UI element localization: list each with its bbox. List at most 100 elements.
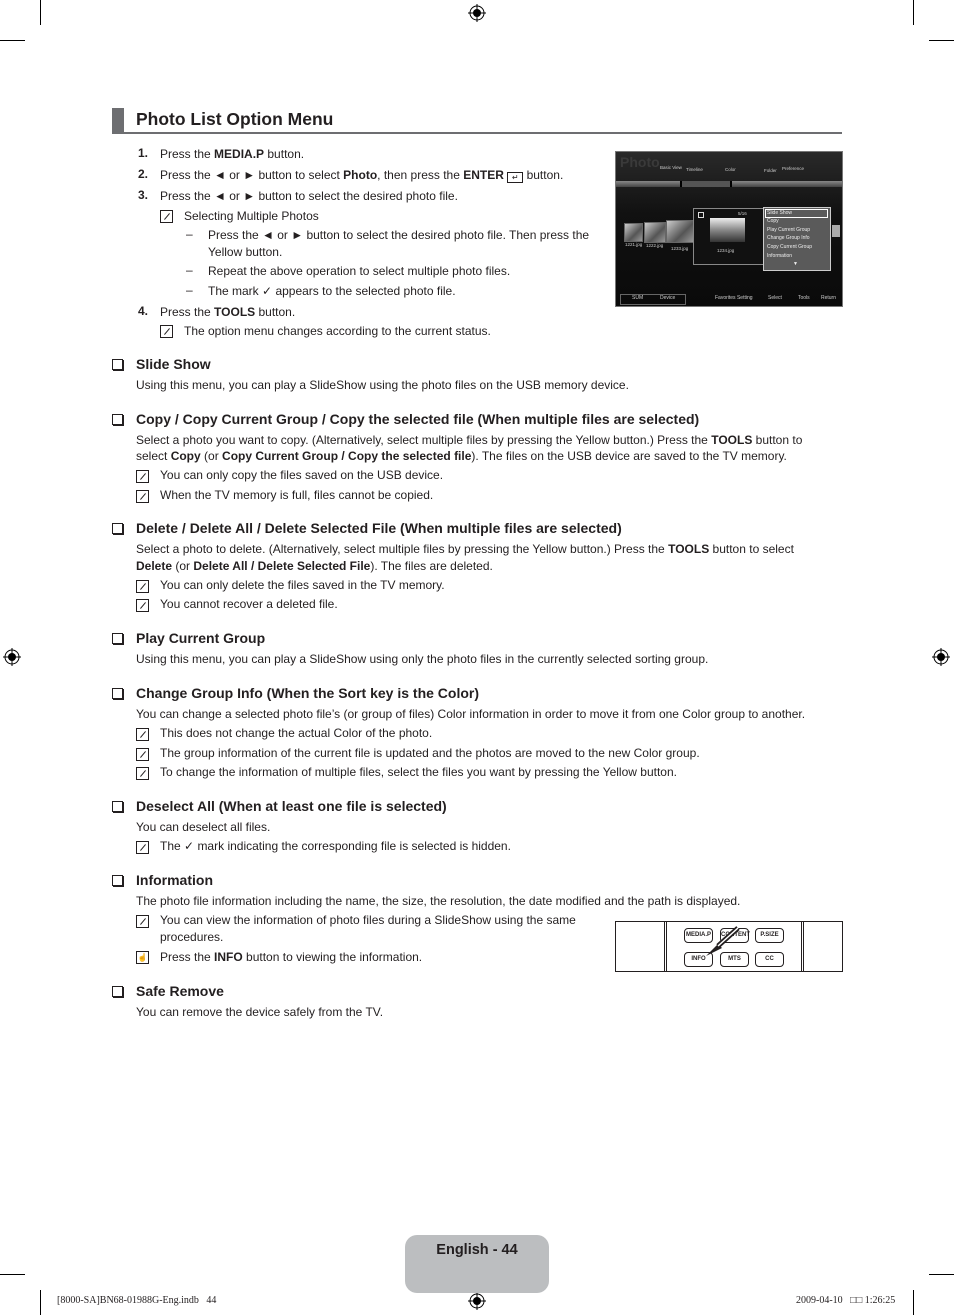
note-icon xyxy=(136,915,149,928)
section-bullet xyxy=(112,633,123,644)
remote-button-p-size: P.SIZE xyxy=(755,928,784,943)
section-body: Delete (or Delete All / Delete Selected … xyxy=(136,559,493,573)
registration-mark-icon xyxy=(468,4,486,22)
section-bullet xyxy=(112,523,123,534)
tv-footer-item: Favorites Setting xyxy=(715,295,753,301)
page-number: English - 44 xyxy=(436,1242,518,1258)
enter-icon: ↵ xyxy=(507,172,524,183)
tv-thumb-caption: 1222.jpg xyxy=(646,243,664,248)
tv-footer-item: SUM xyxy=(632,295,644,301)
note-text: The option menu changes according to the… xyxy=(184,324,491,338)
tv-menu-item: Copy Current Group xyxy=(767,244,813,250)
crop-mark xyxy=(0,1274,25,1275)
note-text: This does not change the actual Color of… xyxy=(160,726,433,740)
tv-tab: Basic View xyxy=(660,165,682,170)
tv-footer-item: Select xyxy=(768,295,782,301)
tv-footer-item: Return xyxy=(821,295,837,301)
dash-bullet: – xyxy=(186,263,193,277)
note-icon xyxy=(160,210,173,223)
tv-footer-item: Tools xyxy=(798,295,810,301)
note-text: You can only copy the files saved on the… xyxy=(160,468,444,482)
registration-mark-icon xyxy=(468,1292,486,1310)
tv-screenshot: Photo Basic View Timeline Color Folder P… xyxy=(615,151,843,307)
footer-file-info: [8000-SA]BN68-01988G-Eng.indb 44 xyxy=(57,1295,217,1306)
crop-mark xyxy=(929,40,954,41)
tv-tab: Preference xyxy=(782,166,805,171)
note-text: The ✓ mark indicating the corresponding … xyxy=(160,839,511,853)
step-4: Press the TOOLS button. xyxy=(160,305,296,319)
dash-bullet: – xyxy=(186,227,193,241)
tv-thumb-caption: 1221.jpg xyxy=(625,242,643,247)
remote-note-text: Press the INFO button to viewing the inf… xyxy=(160,950,423,964)
crop-mark xyxy=(929,1274,954,1275)
tv-select-checkbox xyxy=(698,212,704,218)
step-2: Press the ◄ or ► button to select Photo,… xyxy=(160,168,564,183)
section-heading: Play Current Group xyxy=(136,630,266,646)
tv-title: Photo xyxy=(620,154,660,170)
remote-button-cc: CC xyxy=(755,952,784,967)
section-heading: Copy / Copy Current Group / Copy the sel… xyxy=(136,411,700,427)
remote-illustration: MEDIA.P CONTENT P.SIZE INFO MTS CC xyxy=(615,921,843,972)
title-accent xyxy=(112,108,124,132)
checkmark-icon: ✓ xyxy=(262,284,273,298)
section-body: You can change a selected photo file’s (… xyxy=(136,707,806,721)
remote-icon: ☝ xyxy=(136,951,149,964)
dash-item-cont: Yellow button. xyxy=(208,245,283,259)
tv-footer: SUM Device Favorites Setting Select Tool… xyxy=(616,292,842,306)
page-number-box: English - 44 xyxy=(405,1235,549,1293)
section-bullet xyxy=(112,986,123,997)
crop-mark xyxy=(40,1290,41,1315)
tv-footer-item: Device xyxy=(660,295,676,301)
tv-thumbnail xyxy=(666,220,694,243)
tv-selected-image xyxy=(710,218,745,242)
note-icon xyxy=(136,599,149,612)
tv-menu-item: Information xyxy=(767,253,793,259)
note-icon xyxy=(136,580,149,593)
note-text: To change the information of multiple fi… xyxy=(160,765,677,779)
dash-item: The mark ✓ appears to the selected photo… xyxy=(208,284,456,298)
tv-selected-filename: 1234.jpg xyxy=(717,248,735,253)
tv-thumbnail xyxy=(624,223,643,242)
note-icon xyxy=(136,470,149,483)
note-text: You can only delete the files saved in t… xyxy=(160,578,445,592)
section-body: You can remove the device safely from th… xyxy=(136,1005,384,1019)
section-body: select Copy (or Copy Current Group / Cop… xyxy=(136,449,787,463)
section-bullet xyxy=(112,414,123,425)
tv-side-thumb xyxy=(832,225,840,237)
step-3: Press the ◄ or ► button to select the de… xyxy=(160,189,458,203)
section-bullet xyxy=(112,801,123,812)
registration-mark-icon xyxy=(3,648,21,666)
section-body: The photo file information including the… xyxy=(136,894,741,908)
section-heading: Slide Show xyxy=(136,356,211,372)
page-title-bar: Photo List Option Menu xyxy=(112,108,842,134)
section-body: Using this menu, you can play a SlideSho… xyxy=(136,652,709,666)
crop-mark xyxy=(913,1290,914,1315)
note-icon xyxy=(136,728,149,741)
tv-menu-item: Change Group Info xyxy=(767,235,810,241)
step-number: 4. xyxy=(138,304,149,318)
footer-timestamp: 2009-04-10 □□ 1:26:25 xyxy=(796,1295,896,1306)
note-text: When the TV memory is full, files cannot… xyxy=(160,488,434,502)
section-heading: Change Group Info (When the Sort key is … xyxy=(136,685,480,701)
step-number: 3. xyxy=(138,188,149,202)
step-number: 2. xyxy=(138,167,149,181)
section-heading: Delete / Delete All / Delete Selected Fi… xyxy=(136,520,622,536)
dash-item: Press the ◄ or ► button to select the de… xyxy=(208,228,590,242)
note-icon xyxy=(136,490,149,503)
crop-mark xyxy=(0,40,25,41)
tv-footer-device-box xyxy=(620,294,686,305)
note-text: You cannot recover a deleted file. xyxy=(160,597,338,611)
note-text-cont: procedures. xyxy=(160,930,224,944)
section-heading: Information xyxy=(136,872,213,888)
section-bullet xyxy=(112,359,123,370)
crop-mark xyxy=(40,0,41,25)
dash-bullet: – xyxy=(186,283,193,297)
tv-tab: Folder xyxy=(764,168,777,173)
section-body: Using this menu, you can play a SlideSho… xyxy=(136,378,629,392)
tv-menu-item: Play Current Group xyxy=(767,227,811,233)
tv-tab: Timeline xyxy=(686,167,703,172)
checkmark-icon: ✓ xyxy=(184,839,195,853)
section-bullet xyxy=(112,688,123,699)
tv-menu-scroll-down-icon: ▼ xyxy=(793,261,798,267)
tv-counter: 5/16 xyxy=(738,211,747,216)
